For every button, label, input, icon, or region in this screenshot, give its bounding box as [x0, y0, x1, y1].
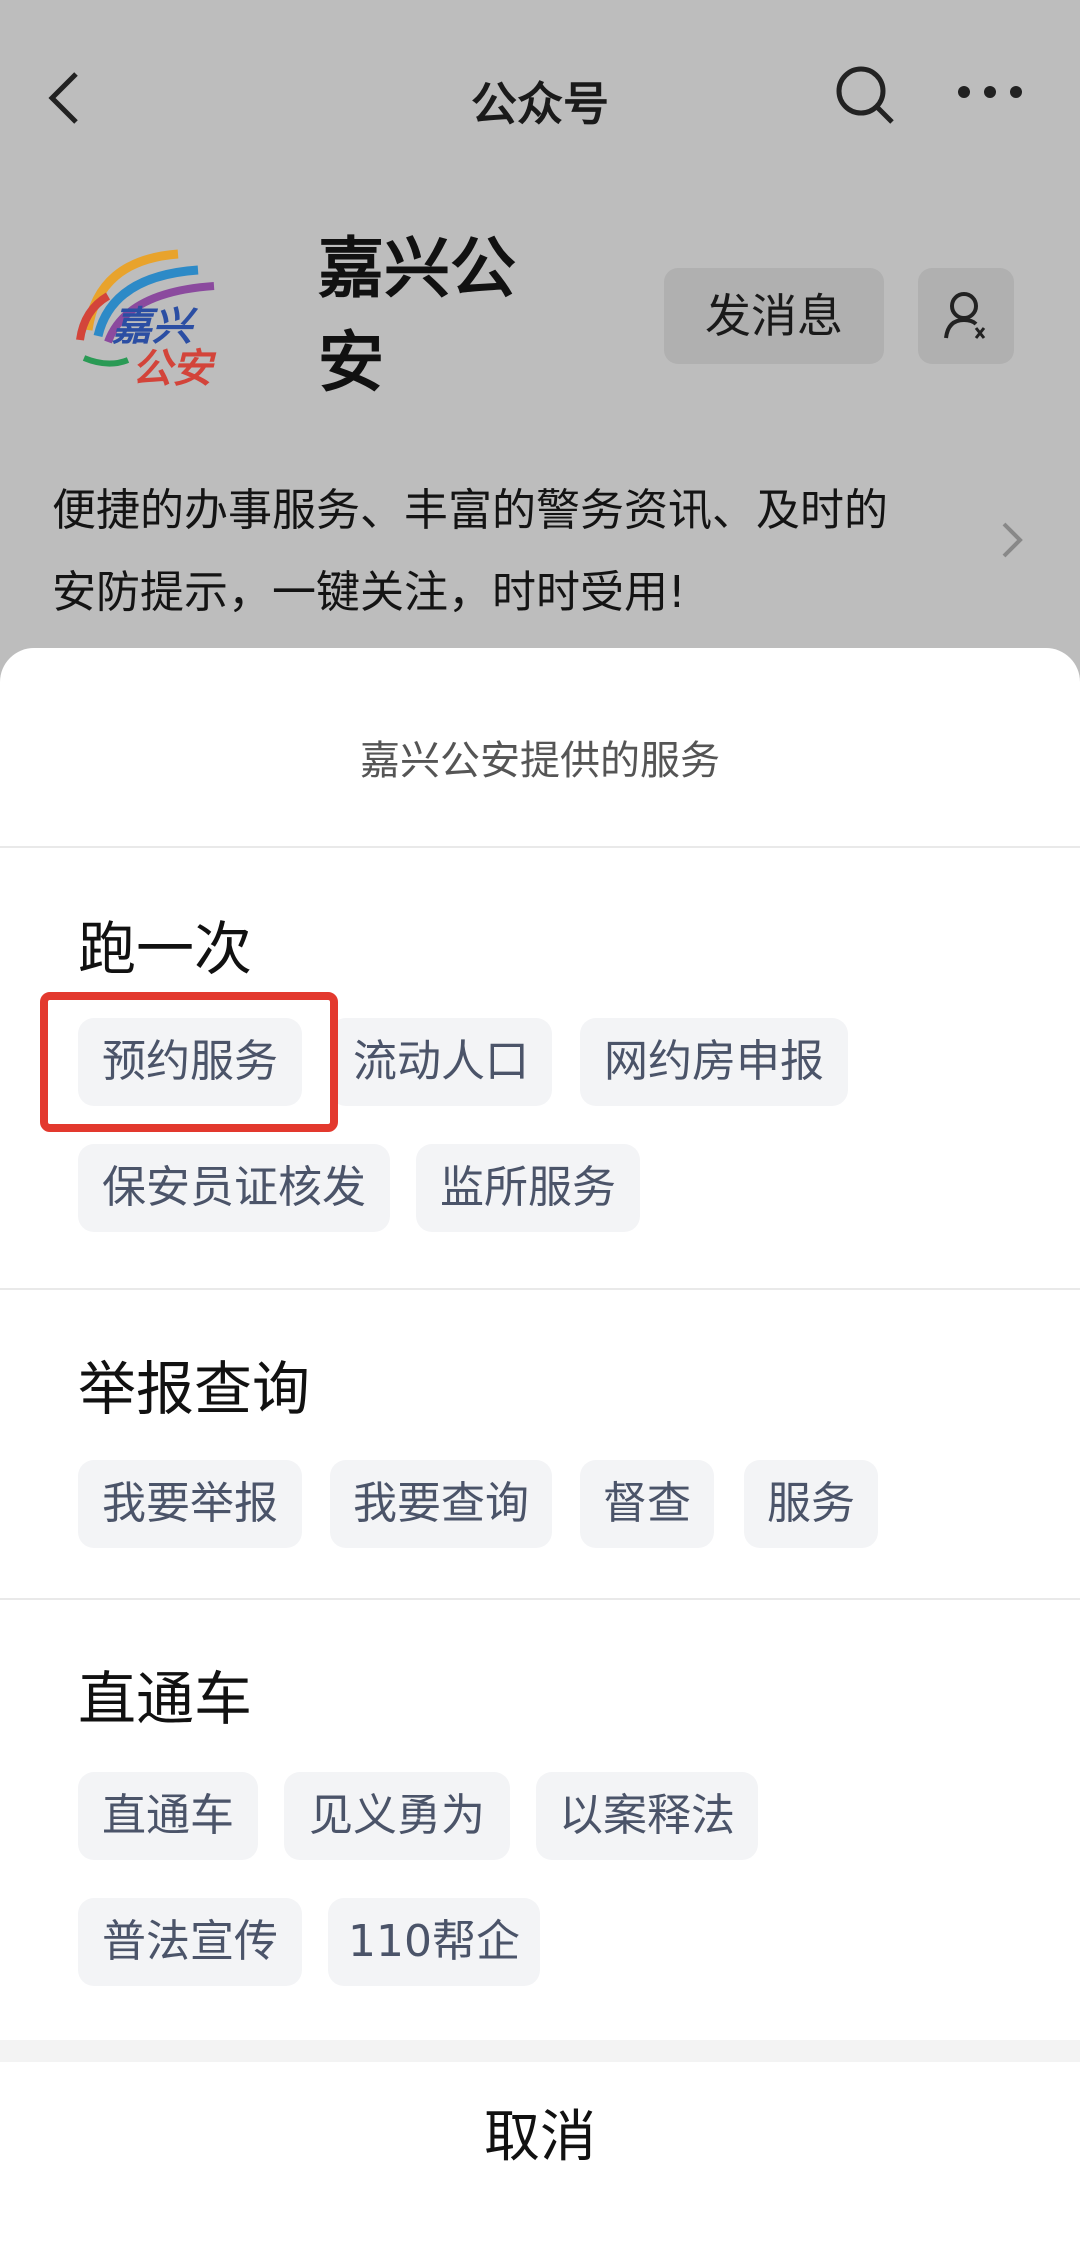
- account-description: 便捷的办事服务、丰富的警务资讯、及时的 安防提示，一键关注，时时受用!: [52, 470, 992, 634]
- chip-service[interactable]: 服务: [744, 1460, 878, 1548]
- chip-online-rental-report[interactable]: 网约房申报: [580, 1018, 848, 1106]
- chip-heroic-deeds[interactable]: 见义勇为: [284, 1772, 510, 1860]
- logo-text-bottom: 公安: [132, 346, 217, 390]
- nav-bar: 公众号: [0, 40, 1080, 150]
- chip-case-law[interactable]: 以案释法: [536, 1772, 758, 1860]
- chevron-right-icon[interactable]: [1000, 520, 1024, 560]
- account-logo: 嘉兴 公安: [68, 240, 248, 392]
- section-title-paoyici: 跑一次: [78, 915, 253, 983]
- divider: [0, 846, 1080, 848]
- more-icon[interactable]: [958, 86, 1022, 102]
- description-line1: 便捷的办事服务、丰富的警务资讯、及时的: [52, 485, 888, 536]
- highlight-box: [40, 992, 338, 1132]
- nav-title: 公众号: [471, 77, 609, 131]
- account-page-background: 公众号 嘉兴 公安 嘉兴公 安 发消息 便捷的办事服务、丰富的警务资讯、及时的 …: [0, 0, 1080, 700]
- chip-security-guard-license[interactable]: 保安员证核发: [78, 1144, 390, 1232]
- profile-button[interactable]: [918, 268, 1014, 364]
- services-sheet: 嘉兴公安提供的服务 跑一次 预约服务 流动人口 网约房申报 保安员证核发 监所服…: [0, 648, 1080, 2248]
- search-icon[interactable]: [832, 62, 898, 128]
- chip-law-publicity[interactable]: 普法宣传: [78, 1898, 302, 1986]
- description-line2: 安防提示，一键关注，时时受用!: [52, 567, 686, 618]
- sheet-gap: [0, 2040, 1080, 2062]
- cancel-button[interactable]: 取消: [0, 2062, 1080, 2248]
- send-message-button[interactable]: 发消息: [664, 268, 884, 364]
- section-title-report-query: 举报查询: [78, 1355, 311, 1423]
- account-name: 嘉兴公 安: [318, 222, 558, 410]
- divider: [0, 1598, 1080, 1600]
- chip-inspection[interactable]: 督查: [580, 1460, 714, 1548]
- account-name-line2: 安: [318, 324, 384, 401]
- divider: [0, 1288, 1080, 1290]
- chip-query[interactable]: 我要查询: [330, 1460, 552, 1548]
- chip-110-help-enterprise[interactable]: 110帮企: [328, 1898, 540, 1986]
- chip-report[interactable]: 我要举报: [78, 1460, 302, 1548]
- logo-text-top: 嘉兴: [112, 304, 199, 350]
- account-name-line1: 嘉兴公: [318, 230, 516, 307]
- chip-prison-service[interactable]: 监所服务: [416, 1144, 640, 1232]
- person-icon: [944, 292, 986, 339]
- chip-floating-population[interactable]: 流动人口: [330, 1018, 552, 1106]
- sheet-title: 嘉兴公安提供的服务: [360, 738, 720, 784]
- chip-direct-line[interactable]: 直通车: [78, 1772, 258, 1860]
- section-title-direct-line: 直通车: [78, 1665, 253, 1733]
